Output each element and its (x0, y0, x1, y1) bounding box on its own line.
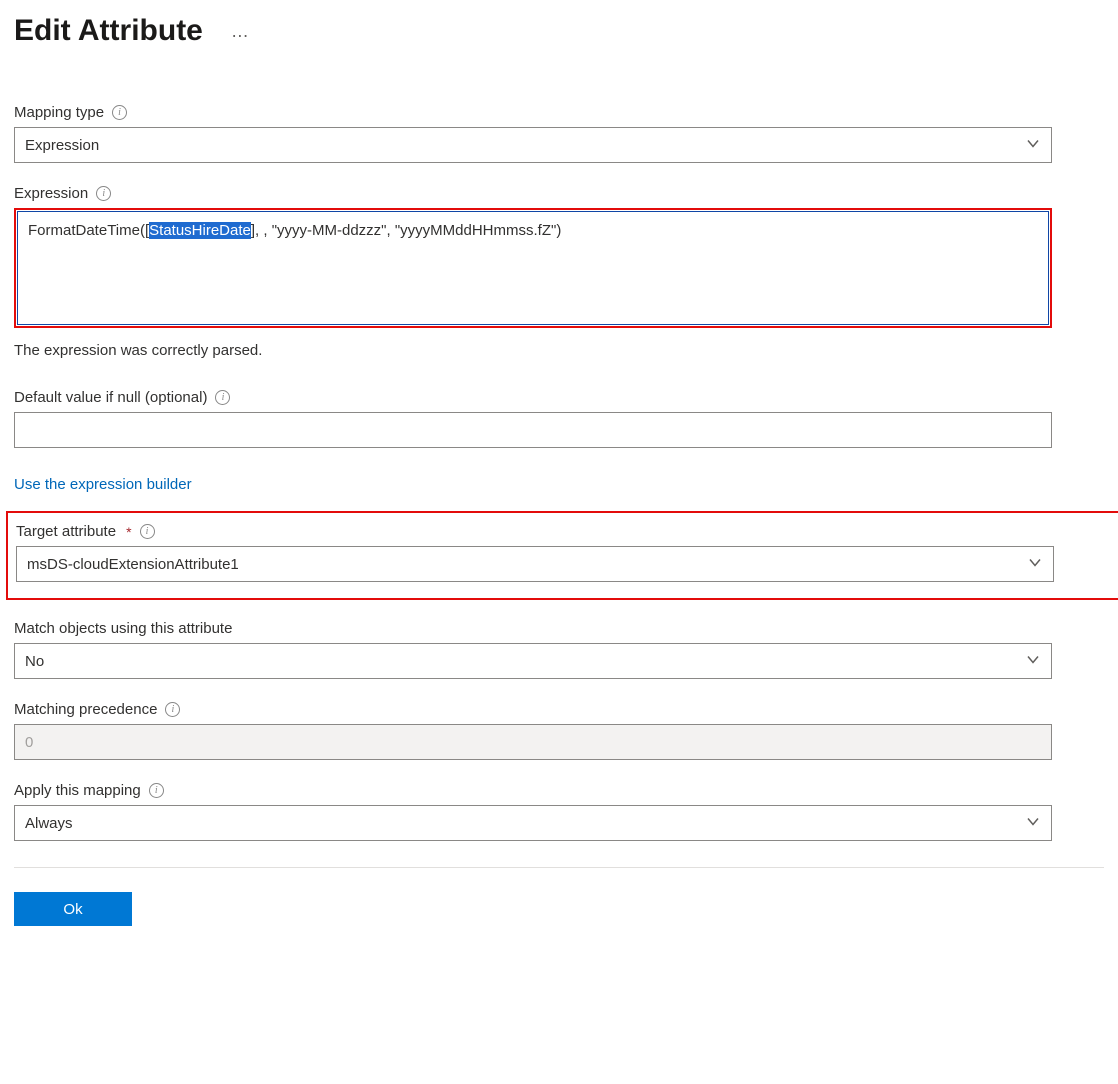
target-attribute-value[interactable] (16, 546, 1054, 582)
expression-text-selected: StatusHireDate (149, 222, 251, 239)
page-title: Edit Attribute (14, 14, 203, 48)
apply-mapping-field: Apply this mapping i (14, 782, 1104, 841)
mapping-type-label: Mapping type (14, 104, 104, 121)
target-attribute-label: Target attribute (16, 523, 116, 540)
info-icon[interactable]: i (140, 524, 155, 539)
target-attribute-highlight-box: Target attribute * i (6, 511, 1118, 600)
footer: Ok (14, 867, 1104, 926)
match-objects-select[interactable] (14, 643, 1052, 679)
required-indicator: * (126, 524, 131, 540)
ok-button[interactable]: Ok (14, 892, 132, 926)
page-header: Edit Attribute … (14, 14, 1104, 48)
match-objects-field: Match objects using this attribute (14, 620, 1104, 679)
mapping-type-value[interactable] (14, 127, 1052, 163)
expression-field: Expression i FormatDateTime([StatusHireD… (14, 185, 1104, 328)
expression-highlight-box: FormatDateTime([StatusHireDate], , "yyyy… (14, 208, 1052, 328)
match-objects-label: Match objects using this attribute (14, 620, 232, 637)
matching-precedence-label: Matching precedence (14, 701, 157, 718)
default-value-input[interactable] (14, 412, 1052, 448)
expression-text-prefix: FormatDateTime([ (28, 222, 149, 239)
apply-mapping-select[interactable] (14, 805, 1052, 841)
mapping-type-select[interactable] (14, 127, 1052, 163)
match-objects-value[interactable] (14, 643, 1052, 679)
more-actions-icon[interactable]: … (231, 21, 251, 42)
matching-precedence-field: Matching precedence i (14, 701, 1104, 760)
mapping-type-field: Mapping type i (14, 104, 1104, 163)
info-icon[interactable]: i (149, 783, 164, 798)
info-icon[interactable]: i (165, 702, 180, 717)
default-value-field: Default value if null (optional) i (14, 389, 1104, 448)
expression-textarea[interactable]: FormatDateTime([StatusHireDate], , "yyyy… (17, 211, 1049, 325)
default-value-label: Default value if null (optional) (14, 389, 207, 406)
expression-label: Expression (14, 185, 88, 202)
info-icon[interactable]: i (96, 186, 111, 201)
info-icon[interactable]: i (215, 390, 230, 405)
matching-precedence-input (14, 724, 1052, 760)
expression-status-message: The expression was correctly parsed. (14, 342, 1104, 359)
expression-text-suffix: ], , "yyyy-MM-ddzzz", "yyyyMMddHHmmss.fZ… (251, 222, 561, 239)
apply-mapping-label: Apply this mapping (14, 782, 141, 799)
info-icon[interactable]: i (112, 105, 127, 120)
expression-builder-link[interactable]: Use the expression builder (14, 476, 192, 493)
target-attribute-select[interactable] (16, 546, 1054, 582)
apply-mapping-value[interactable] (14, 805, 1052, 841)
